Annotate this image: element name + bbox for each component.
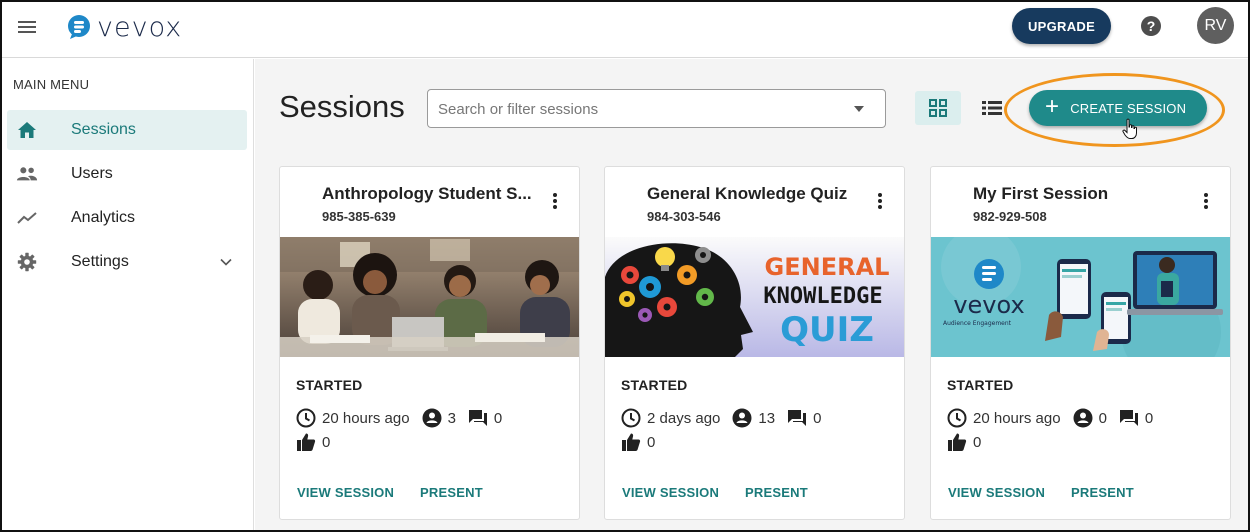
audience-engagement-tagline: Audience Engagement (943, 320, 1012, 327)
session-likes: 0 (621, 432, 655, 452)
comment-count: 0 (813, 409, 822, 427)
quiz-word-quiz: QUIZ (780, 310, 874, 350)
thumbs-up-icon (948, 433, 967, 451)
view-session-button[interactable]: VIEW SESSION (622, 485, 719, 500)
like-count: 0 (647, 433, 656, 451)
list-view-button[interactable] (978, 94, 1006, 122)
more-options-icon[interactable] (552, 193, 558, 211)
analytics-icon (16, 208, 38, 228)
session-code: 982-929-508 (973, 209, 1047, 224)
session-status: STARTED (296, 377, 363, 393)
clock-icon (296, 408, 316, 428)
quiz-word-general: GENERAL (765, 253, 890, 281)
sidebar-item-settings[interactable]: Settings (7, 242, 247, 282)
session-title[interactable]: My First Session (973, 184, 1108, 204)
logo-text: vevox (97, 11, 183, 43)
create-session-button[interactable]: + CREATE SESSION (1029, 90, 1207, 126)
view-session-button[interactable]: VIEW SESSION (297, 485, 394, 500)
main-menu-title: MAIN MENU (13, 77, 90, 92)
grid-view-button[interactable] (915, 91, 961, 125)
grid-view-icon (929, 99, 947, 117)
more-options-icon[interactable] (877, 193, 883, 211)
clock-icon (621, 408, 641, 428)
session-time: 2 days ago (647, 409, 721, 427)
hand-pointer-icon (1122, 118, 1137, 139)
students-studying-photo (280, 237, 579, 357)
card-actions: VIEW SESSION PRESENT (948, 485, 1160, 500)
session-code: 985-385-639 (322, 209, 396, 224)
user-avatar[interactable]: RV (1197, 7, 1234, 44)
thumbs-up-icon (297, 433, 316, 451)
chevron-down-icon[interactable] (218, 254, 234, 270)
vevox-logo-icon (68, 15, 90, 39)
session-stats: 2 days ago 13 0 (621, 407, 833, 429)
sidebar-item-label: Settings (71, 253, 129, 270)
card-actions: VIEW SESSION PRESENT (297, 485, 509, 500)
session-title[interactable]: General Knowledge Quiz (647, 184, 847, 204)
app-window: vevox UPGRADE ? RV MAIN MENU Sessions Us… (0, 0, 1250, 532)
participant-count: 3 (447, 409, 456, 427)
session-card[interactable]: Anthropology Student S... 985-385-639 ST… (279, 166, 580, 520)
view-session-button[interactable]: VIEW SESSION (948, 485, 1045, 500)
participant-count: 13 (758, 409, 776, 427)
thumbs-up-icon (622, 433, 641, 451)
search-field[interactable] (427, 89, 886, 128)
gear-icon (16, 252, 38, 272)
comments-icon (1119, 410, 1138, 426)
session-card[interactable]: General Knowledge Quiz 984-303-546 GENER… (604, 166, 905, 520)
sidebar-item-analytics[interactable]: Analytics (7, 198, 247, 238)
present-button[interactable]: PRESENT (745, 485, 808, 500)
sidebar-item-label: Sessions (71, 121, 136, 138)
sidebar-item-label: Analytics (71, 209, 136, 226)
session-title[interactable]: Anthropology Student S... (322, 184, 532, 204)
page-title: Sessions (279, 89, 405, 124)
session-status: STARTED (947, 377, 1014, 393)
vevox-logo[interactable]: vevox (66, 11, 183, 43)
hamburger-menu-icon[interactable] (16, 18, 38, 36)
vevox-wordmark: vevox (953, 291, 1024, 319)
more-options-icon[interactable] (1203, 193, 1209, 211)
general-knowledge-quiz-graphic: GENERAL KNOWLEDGE QUIZ (605, 237, 904, 357)
session-stats: 20 hours ago 0 0 (947, 407, 1165, 429)
comments-icon (788, 410, 807, 426)
participant-icon (422, 408, 442, 428)
clock-icon (947, 408, 967, 428)
session-status: STARTED (621, 377, 688, 393)
comments-icon (468, 410, 487, 426)
plus-icon: + (1045, 93, 1060, 120)
session-time: 20 hours ago (322, 409, 410, 427)
main-content: Sessions + CREATE SESSION Anthropology S… (255, 59, 1248, 530)
quiz-word-knowledge: KNOWLEDGE (763, 284, 882, 309)
home-icon (16, 120, 38, 140)
sidebar: MAIN MENU Sessions Users Analytics Setti… (2, 59, 254, 530)
participant-icon (1073, 408, 1093, 428)
sidebar-item-sessions[interactable]: Sessions (7, 110, 247, 150)
comment-count: 0 (1144, 409, 1154, 427)
session-time: 20 hours ago (973, 409, 1061, 427)
participant-icon (732, 408, 752, 428)
session-likes: 0 (296, 432, 330, 452)
top-bar: vevox UPGRADE ? RV (2, 2, 1248, 58)
search-input[interactable] (438, 98, 838, 120)
comment-count: 0 (493, 409, 503, 427)
present-button[interactable]: PRESENT (1071, 485, 1134, 500)
vevox-audience-engagement-graphic: vevox Audience Engagement (931, 237, 1230, 357)
help-icon[interactable]: ? (1141, 16, 1161, 36)
card-actions: VIEW SESSION PRESENT (622, 485, 834, 500)
like-count: 0 (322, 433, 331, 451)
create-session-label: CREATE SESSION (1070, 100, 1187, 116)
session-code: 984-303-546 (647, 209, 721, 224)
like-count: 0 (973, 433, 982, 451)
upgrade-button[interactable]: UPGRADE (1012, 8, 1111, 44)
session-stats: 20 hours ago 3 0 (296, 407, 514, 429)
sidebar-item-label: Users (71, 165, 113, 182)
present-button[interactable]: PRESENT (420, 485, 483, 500)
dropdown-caret-icon[interactable] (854, 106, 864, 112)
session-card[interactable]: My First Session 982-929-508 vevox Audie… (930, 166, 1231, 520)
users-icon (16, 164, 38, 184)
sidebar-item-users[interactable]: Users (7, 154, 247, 194)
list-view-icon (982, 101, 1002, 115)
participant-count: 0 (1098, 409, 1107, 427)
session-likes: 0 (947, 432, 981, 452)
